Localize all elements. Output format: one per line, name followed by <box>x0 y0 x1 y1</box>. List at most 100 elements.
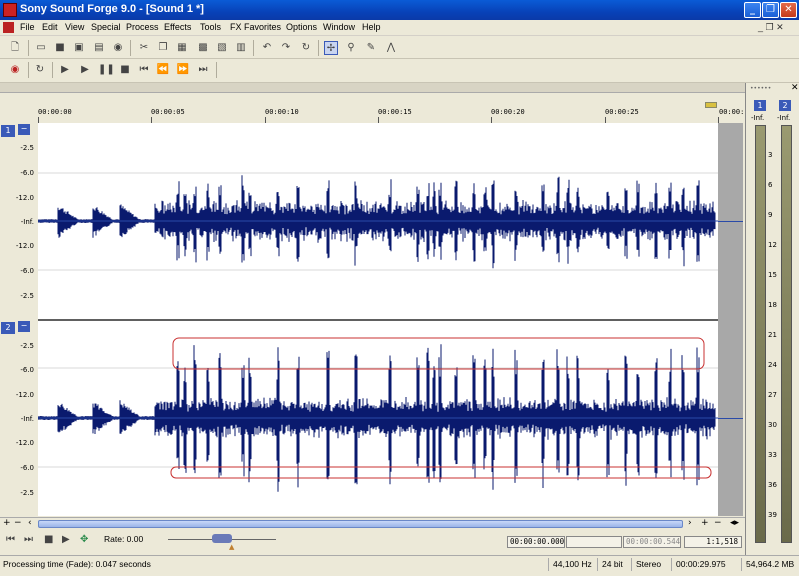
meter-bar-2 <box>781 125 792 543</box>
status-length[interactable]: 00:00:29.975 <box>671 558 741 571</box>
status-bit-depth[interactable]: 24 bit <box>597 558 631 571</box>
trim-icon[interactable]: ▥ <box>234 41 248 55</box>
stop-icon[interactable]: ■ <box>118 63 132 77</box>
channel-2-collapse-button[interactable]: − <box>18 321 30 332</box>
pencil-tool-icon[interactable]: ✎ <box>364 41 378 55</box>
play-icon[interactable]: ▶ <box>62 534 70 545</box>
status-sample-rate[interactable]: 44,100 Hz <box>548 558 598 571</box>
menu-file[interactable]: File <box>20 22 35 32</box>
waveform-svg[interactable] <box>38 123 718 516</box>
go-to-start-icon[interactable]: ⏮ <box>6 534 15 545</box>
play-all-icon[interactable]: ▶ <box>58 63 72 77</box>
menu-fx-favorites[interactable]: FX Favorites <box>230 22 281 32</box>
document-icon[interactable] <box>3 22 14 33</box>
go-to-end-icon[interactable]: ⏭ <box>24 534 33 545</box>
close-button[interactable]: ✕ <box>780 2 797 18</box>
horizontal-scrollbar[interactable]: + − ‹ › + − ◂▸ <box>0 517 745 530</box>
cut-icon[interactable]: ✂ <box>137 41 151 55</box>
redo-icon[interactable]: ↷ <box>279 41 293 55</box>
db-label: -2.5 <box>20 292 34 300</box>
save-as-icon[interactable]: ▣ <box>72 41 86 55</box>
channel-2-number[interactable]: 2 <box>1 322 15 334</box>
status-channels[interactable]: Stereo <box>631 558 671 571</box>
mix-icon[interactable]: ▩ <box>196 41 210 55</box>
db-label: -12.0 <box>15 194 34 202</box>
render-icon[interactable]: ▤ <box>92 41 106 55</box>
selection-end-field[interactable] <box>566 536 622 548</box>
pause-icon[interactable]: ❚❚ <box>98 63 115 77</box>
meter-scale-label: 36 <box>768 481 777 489</box>
menu-window[interactable]: Window <box>323 22 355 32</box>
new-file-icon[interactable]: 🗋 <box>8 41 22 55</box>
meter-channel-2[interactable]: 2 <box>779 100 791 111</box>
fast-forward-icon[interactable]: ⏩ <box>176 63 190 77</box>
scrub-icon[interactable]: ✥ <box>80 534 88 545</box>
menu-special[interactable]: Special <box>91 22 121 32</box>
zoom-out-icon[interactable]: − <box>714 518 722 528</box>
save-icon[interactable]: ■ <box>53 41 67 55</box>
record-icon[interactable]: ◉ <box>8 63 22 77</box>
marker-flag[interactable] <box>705 102 717 108</box>
zoom-out-icon[interactable]: − <box>14 518 22 528</box>
status-free-space[interactable]: 54,964.2 MB <box>741 558 799 571</box>
meter-scale-label: 21 <box>768 331 777 339</box>
status-message: Processing time (Fade): 0.047 seconds <box>3 559 151 569</box>
rewind-icon[interactable]: ⏪ <box>156 63 170 77</box>
peak-value-2[interactable]: -Inf. <box>777 114 790 122</box>
meter-scale-label: 18 <box>768 301 777 309</box>
copy-icon[interactable]: ❐ <box>156 41 170 55</box>
selection-start-field[interactable]: 00:00:00.000 <box>507 536 565 548</box>
loop-playback-icon[interactable]: ↻ <box>33 63 47 77</box>
meter-scale-label: 6 <box>768 181 773 189</box>
waveform-display[interactable] <box>38 123 718 516</box>
sound-forge-app-icon[interactable] <box>3 3 17 17</box>
zoom-fit-icon[interactable]: ◂▸ <box>730 518 739 528</box>
rate-label: Rate: 0.00 <box>104 534 144 544</box>
channel-1-number[interactable]: 1 <box>1 125 15 137</box>
play-icon[interactable]: ▶ <box>78 63 92 77</box>
mdi-window-controls[interactable]: _ ❐ ✕ <box>758 22 784 33</box>
zoom-ratio-field[interactable]: 1:1,518 <box>684 536 742 548</box>
stop-icon[interactable]: ■ <box>44 534 53 545</box>
go-to-end-icon[interactable]: ⏭ <box>196 63 210 77</box>
channel-1-collapse-button[interactable]: − <box>18 124 30 135</box>
paste-icon[interactable]: ▦ <box>175 41 189 55</box>
rate-slider-thumb[interactable] <box>212 534 232 543</box>
meter-grip[interactable]: •••••• <box>750 85 771 92</box>
open-folder-icon[interactable]: ▭ <box>34 41 48 55</box>
menu-effects[interactable]: Effects <box>164 22 191 32</box>
overview-bar[interactable] <box>0 83 745 93</box>
go-to-start-icon[interactable]: ⏮ <box>137 63 151 77</box>
peak-value-1[interactable]: -Inf. <box>751 114 764 122</box>
channel-2-waveform <box>38 344 718 492</box>
db-label: -6.0 <box>20 169 34 177</box>
menu-tools[interactable]: Tools <box>200 22 221 32</box>
maximize-button[interactable]: ❐ <box>762 2 779 18</box>
time-ruler[interactable]: 00:00:00 00:00:05 00:00:10 00:00:15 00:0… <box>0 102 745 123</box>
meter-channel-1[interactable]: 1 <box>754 100 766 111</box>
magnify-tool-icon[interactable]: ⚲ <box>344 41 358 55</box>
edit-tool-icon[interactable]: ✢ <box>324 41 338 55</box>
scroll-left-icon[interactable]: ‹ <box>28 518 32 528</box>
properties-icon[interactable]: ◉ <box>111 41 125 55</box>
selection-length-field[interactable]: 00:00:00.544 <box>623 536 681 548</box>
zoom-in-icon[interactable]: + <box>3 518 11 528</box>
menu-edit[interactable]: Edit <box>42 22 58 32</box>
meter-scale-label: 3 <box>768 151 773 159</box>
repeat-icon[interactable]: ↻ <box>299 41 313 55</box>
meter-close-icon[interactable]: ✕ <box>791 83 799 93</box>
playbar: ⏮ ⏭ ■ ▶ ✥ Rate: 0.00 ▲ 00:00:00.000 00:0… <box>0 530 745 552</box>
playback-meters: •••••• ✕ 1 2 -Inf. -Inf. 3 6 9 12 15 18 21 24 27… <box>745 83 799 555</box>
crop-icon[interactable]: ▧ <box>215 41 229 55</box>
undo-icon[interactable]: ↶ <box>260 41 274 55</box>
scroll-right-icon[interactable]: › <box>688 518 692 528</box>
scroll-thumb[interactable] <box>38 520 683 528</box>
minimize-button[interactable]: _ <box>744 2 761 18</box>
menu-view[interactable]: View <box>65 22 84 32</box>
menu-help[interactable]: Help <box>362 22 381 32</box>
zoom-in-icon[interactable]: + <box>701 518 709 528</box>
time-label: 00:00:05 <box>151 108 185 116</box>
menu-options[interactable]: Options <box>286 22 317 32</box>
menu-process[interactable]: Process <box>126 22 159 32</box>
envelope-tool-icon[interactable]: ⋀ <box>384 41 398 55</box>
